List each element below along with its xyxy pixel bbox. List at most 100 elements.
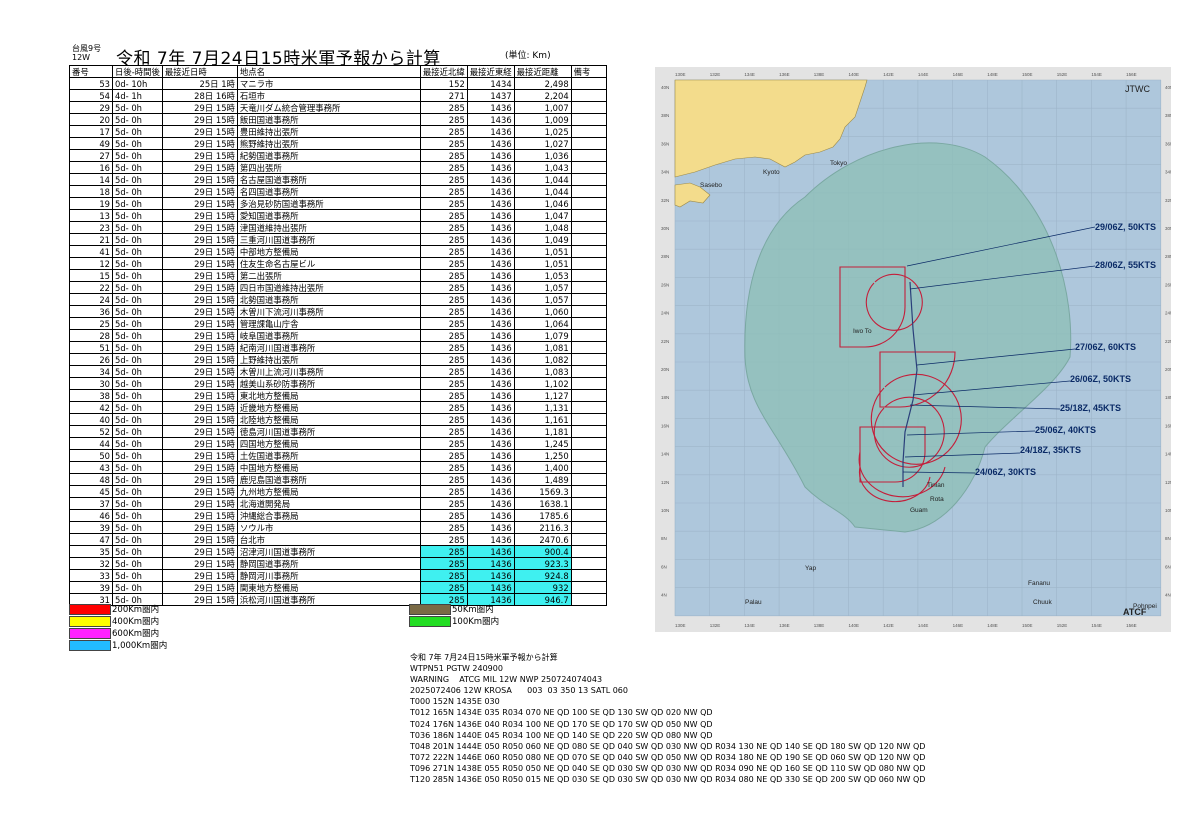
cell-distance: 1,060 — [513, 305, 572, 318]
lon-tick: 154E — [1091, 623, 1102, 628]
warning-line: T048 201N 1444E 050 R050 060 NE QD 080 S… — [410, 741, 926, 751]
cell-note — [570, 77, 607, 90]
warning-line: T036 186N 1440E 045 R034 100 NE QD 140 S… — [410, 730, 713, 740]
cell-lat: 285 — [419, 401, 468, 414]
cell-closest-time: 29日 15時 — [161, 293, 238, 306]
cell-closest-time: 29日 15時 — [161, 185, 238, 198]
table-row: 24 5d- 0h 29日 15時 北勢国道事務所 285 1436 1,057 — [69, 293, 607, 306]
cell-lon: 1436 — [466, 209, 515, 222]
cell-note — [570, 317, 607, 330]
lon-tick: 150E — [1022, 623, 1033, 628]
cell-location: 徳島河川国道事務所 — [236, 425, 421, 438]
cell-distance: 1,181 — [513, 425, 572, 438]
cell-number: 37 — [69, 497, 113, 510]
place-label: Chuuk — [1033, 599, 1053, 606]
cell-closest-time: 29日 15時 — [161, 533, 238, 546]
cell-lat: 285 — [419, 197, 468, 210]
cell-location: 近畿地方整備局 — [236, 401, 421, 414]
cell-lon: 1436 — [466, 305, 515, 318]
cell-lon: 1436 — [466, 137, 515, 150]
cell-distance: 1,400 — [513, 461, 572, 474]
table-row: 29 5d- 0h 29日 15時 天竜川ダム統合管理事務所 285 1436 1,007 — [69, 101, 607, 114]
cell-closest-time: 29日 15時 — [161, 245, 238, 258]
table-row: 20 5d- 0h 29日 15時 飯田国道事務所 285 1436 1,009 — [69, 113, 607, 126]
col-header-lat: 最接近北緯 — [419, 65, 468, 78]
cell-lat: 285 — [419, 449, 468, 462]
cell-location: 四国地方整備局 — [236, 437, 421, 450]
distance-table: 番号 日後-時間後 最接近日時 地点名 最接近北緯 最接近東経 最接近距離 備考… — [69, 65, 607, 606]
cell-location: 岐阜国道事務所 — [236, 329, 421, 342]
cell-number: 53 — [69, 77, 113, 90]
table-row: 43 5d- 0h 29日 15時 中国地方整備局 285 1436 1,400 — [69, 461, 607, 474]
cell-elapsed: 5d- 0h — [112, 101, 163, 114]
table-row: 30 5d- 0h 29日 15時 越美山系砂防事務所 285 1436 1,102 — [69, 377, 607, 390]
cell-number: 36 — [69, 305, 113, 318]
cell-note — [570, 473, 607, 486]
cell-note — [570, 245, 607, 258]
cell-number: 43 — [69, 461, 113, 474]
cell-note — [570, 233, 607, 246]
cell-note — [570, 209, 607, 222]
cell-elapsed: 5d- 0h — [112, 221, 163, 234]
cell-closest-time: 29日 15時 — [161, 557, 238, 570]
cell-number: 46 — [69, 509, 113, 522]
lat-tick: 6N — [661, 564, 667, 569]
cell-closest-time: 29日 15時 — [161, 449, 238, 462]
cell-lon: 1436 — [466, 413, 515, 426]
lon-tick: 152E — [1057, 72, 1068, 77]
cell-location: 越美山系砂防事務所 — [236, 377, 421, 390]
forecast-label: 24/06Z, 30KTS — [975, 467, 1036, 477]
cell-note — [570, 413, 607, 426]
cell-lon: 1436 — [466, 569, 515, 582]
cell-number: 47 — [69, 533, 113, 546]
cell-location: 関東地方整備局 — [236, 581, 421, 594]
cell-distance: 1,047 — [513, 209, 572, 222]
table-row: 23 5d- 0h 29日 15時 津国道維持出張所 285 1436 1,048 — [69, 221, 607, 234]
table-row: 35 5d- 0h 29日 15時 沼津河川国道事務所 285 1436 900.4 — [69, 545, 607, 558]
lat-tick: 4N — [1165, 593, 1171, 598]
cell-distance: 2,204 — [513, 89, 572, 102]
cell-number: 24 — [69, 293, 113, 306]
cell-closest-time: 29日 15時 — [161, 329, 238, 342]
cell-location: 中国地方整備局 — [236, 461, 421, 474]
col-header-distance: 最接近距離 — [513, 65, 572, 78]
cell-note — [570, 341, 607, 354]
cell-closest-time: 29日 15時 — [161, 437, 238, 450]
cell-location: 紀南河川国道事務所 — [236, 341, 421, 354]
typhoon-code-label: 12W — [72, 53, 91, 62]
cell-location: 沼津河川国道事務所 — [236, 545, 421, 558]
cell-number: 27 — [69, 149, 113, 162]
cell-distance: 924.8 — [513, 569, 572, 582]
cell-note — [570, 509, 607, 522]
typhoon-no-label: 台風9号 — [72, 44, 102, 53]
lat-tick: 28N — [661, 254, 669, 259]
cell-elapsed: 5d- 0h — [112, 425, 163, 438]
cell-lon: 1436 — [466, 233, 515, 246]
cell-closest-time: 28日 16時 — [161, 89, 238, 102]
cell-lat: 285 — [419, 149, 468, 162]
cell-number: 21 — [69, 233, 113, 246]
cell-number: 17 — [69, 125, 113, 138]
cell-elapsed: 5d- 0h — [112, 137, 163, 150]
cell-location: 天竜川ダム統合管理事務所 — [236, 101, 421, 114]
table-row: 49 5d- 0h 29日 15時 熊野維持出張所 285 1436 1,027 — [69, 137, 607, 150]
cell-lat: 285 — [419, 509, 468, 522]
table-row: 36 5d- 0h 29日 15時 木曽川下流河川事務所 285 1436 1,060 — [69, 305, 607, 318]
cell-elapsed: 5d- 0h — [112, 545, 163, 558]
lat-tick: 34N — [1165, 170, 1171, 175]
cell-lat: 285 — [419, 533, 468, 546]
cell-lat: 285 — [419, 317, 468, 330]
warning-text: 令和 7年 7月24日15時米軍予報から計算 WTPN51 PGTW 240900… — [410, 652, 925, 785]
cell-elapsed: 5d- 0h — [112, 473, 163, 486]
cell-elapsed: 5d- 0h — [112, 233, 163, 246]
lon-tick: 140E — [849, 623, 860, 628]
cell-elapsed: 5d- 0h — [112, 533, 163, 546]
cell-lat: 285 — [419, 521, 468, 534]
cell-distance: 1,250 — [513, 449, 572, 462]
legend-label: 400Km圏内 — [112, 617, 160, 627]
cell-location: 台北市 — [236, 533, 421, 546]
cell-location: 北海道開発局 — [236, 497, 421, 510]
lat-tick: 34N — [661, 170, 669, 175]
cell-number: 52 — [69, 425, 113, 438]
cell-lat: 285 — [419, 101, 468, 114]
